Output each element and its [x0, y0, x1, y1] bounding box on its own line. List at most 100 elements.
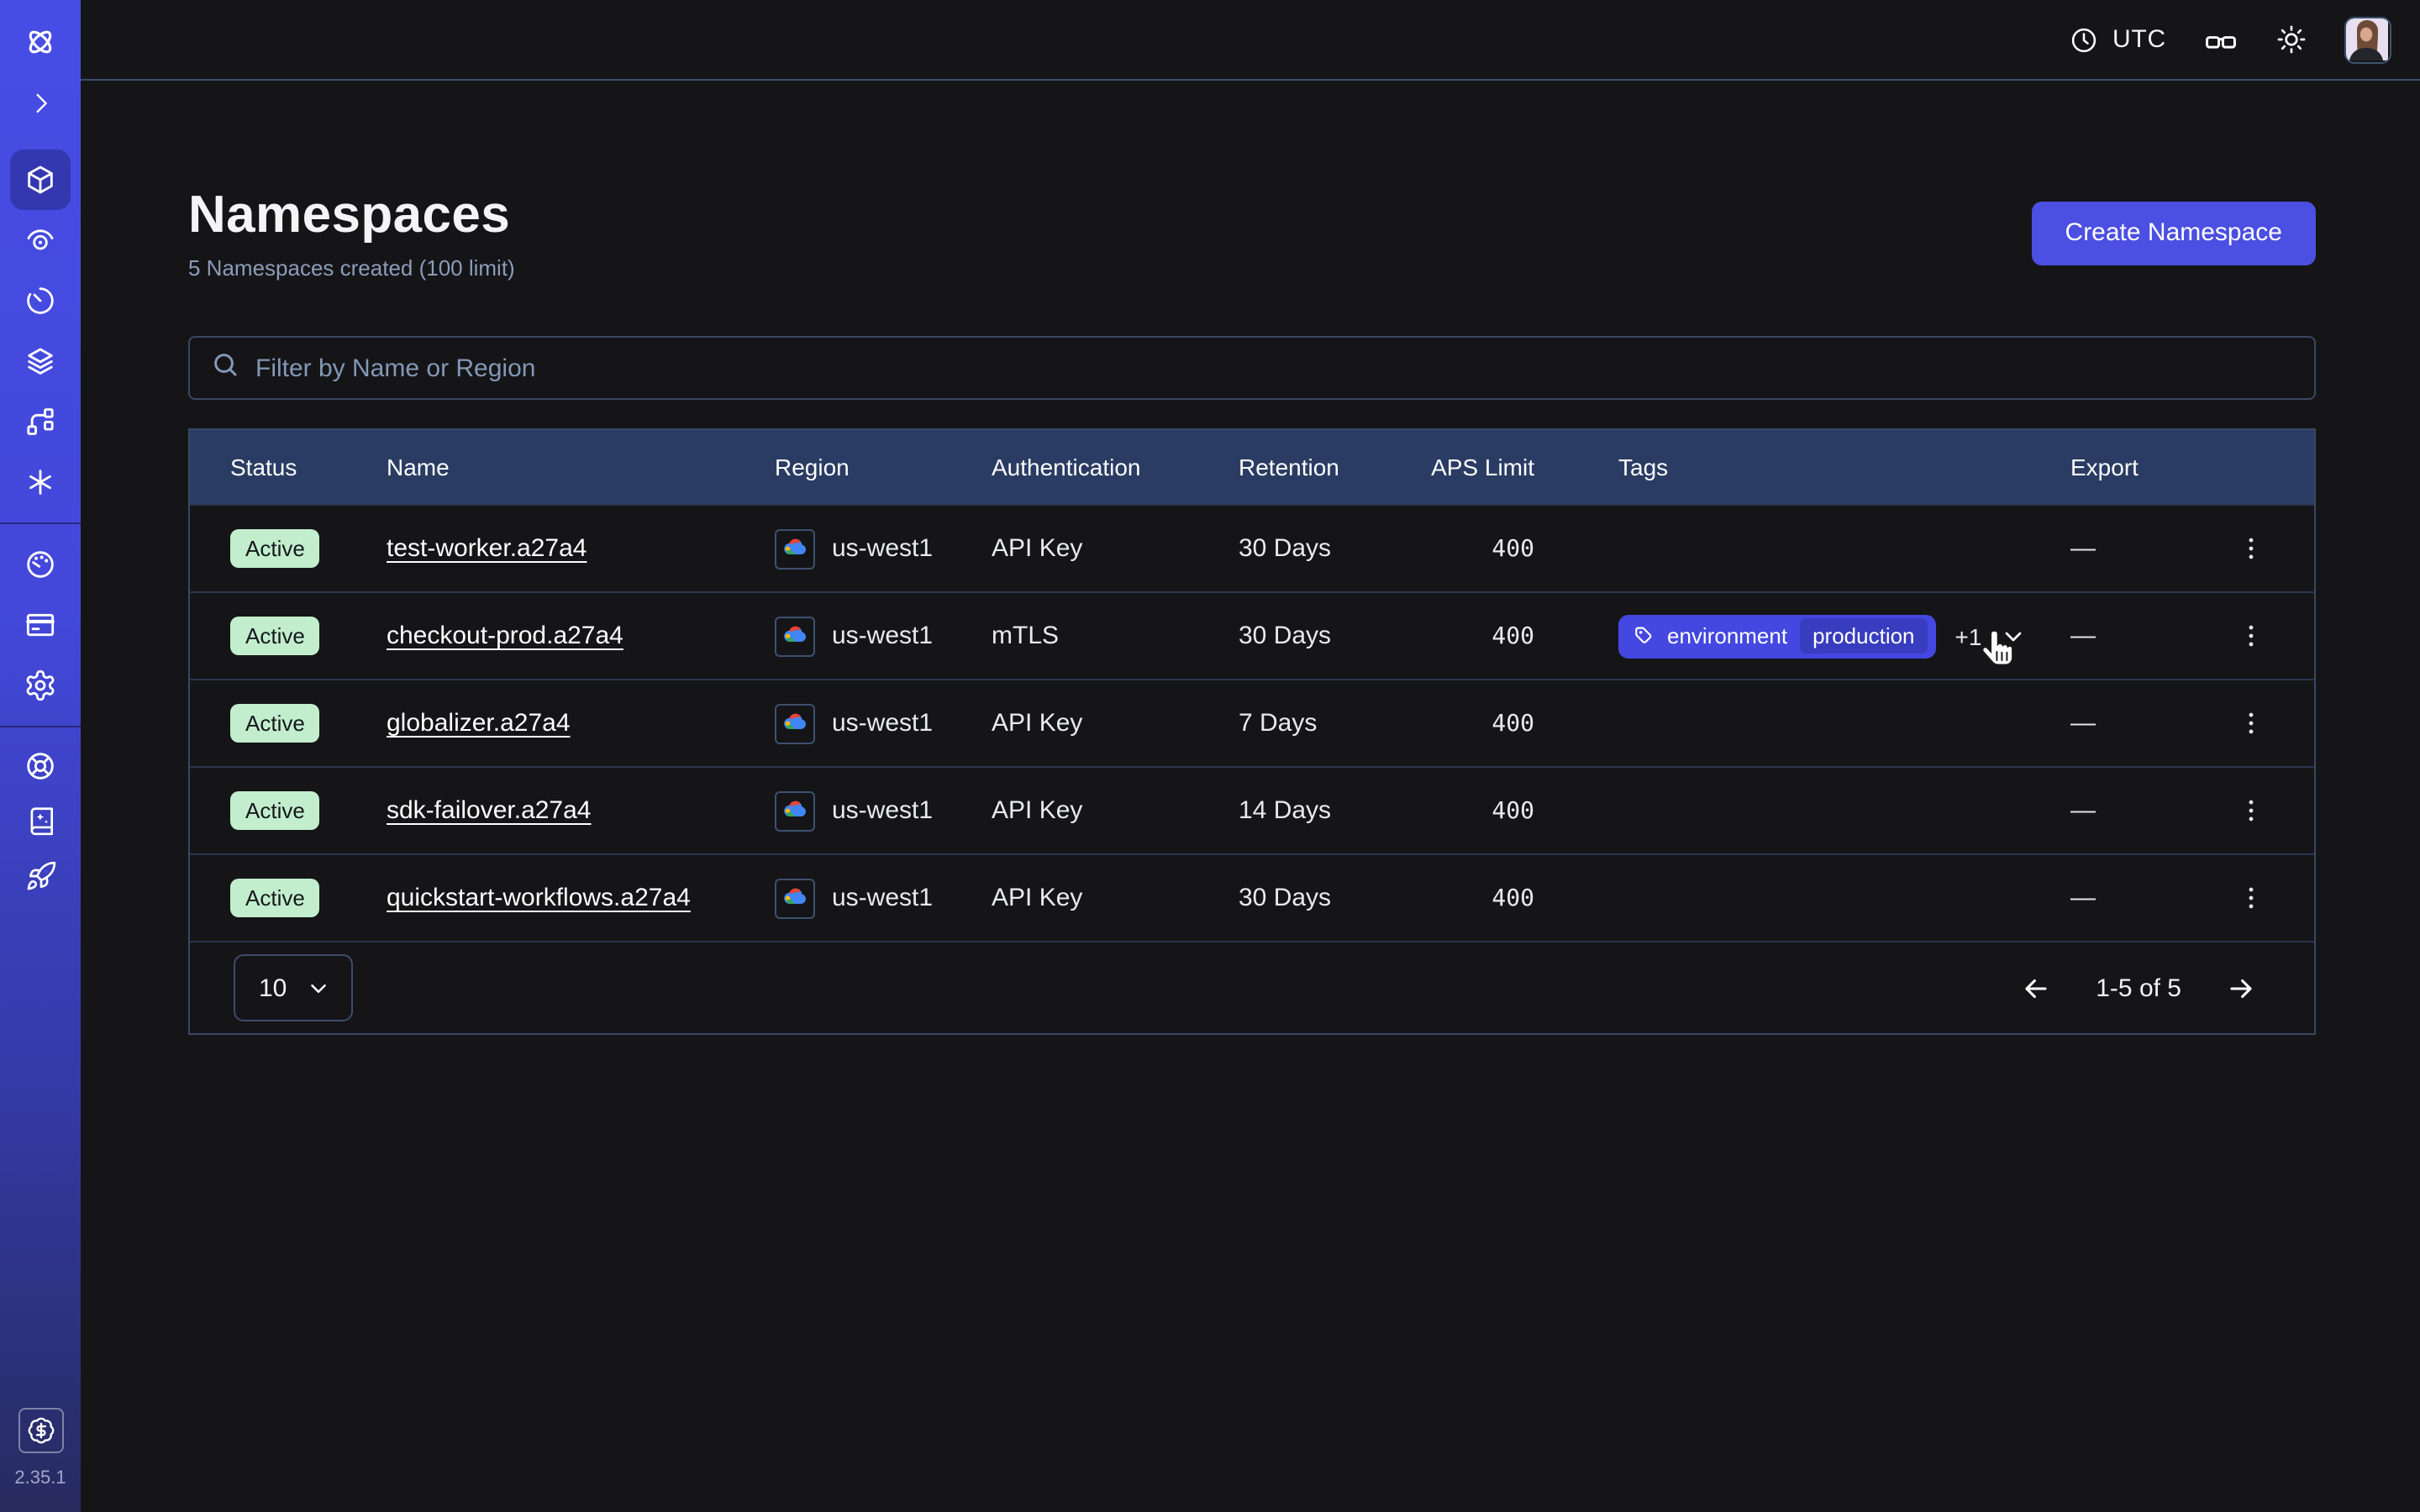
- glasses-icon[interactable]: [2203, 22, 2238, 57]
- create-namespace-button[interactable]: Create Namespace: [2032, 201, 2316, 265]
- namespaces-table: Status Name Region Authentication Retent…: [188, 428, 2316, 1035]
- gear-icon[interactable]: [10, 655, 71, 716]
- google-cloud-icon: [775, 616, 815, 656]
- region-label: us-west1: [832, 534, 933, 563]
- table-row: Active globalizer.a27a4 us-west1 API Key…: [190, 679, 2314, 766]
- tag-value: production: [1799, 618, 1928, 654]
- status-badge: Active: [230, 791, 320, 830]
- sidebar-bottom: 2.35.1: [14, 1408, 66, 1512]
- region-label: us-west1: [832, 622, 933, 650]
- page-size-value: 10: [259, 974, 287, 1002]
- app-root: UTC: [0, 0, 2420, 1512]
- google-cloud-icon: [775, 528, 815, 569]
- table-header-row: Status Name Region Authentication Retent…: [190, 430, 2314, 504]
- sun-icon[interactable]: [2275, 24, 2307, 55]
- export-cell: —: [2070, 709, 2213, 738]
- retention-cell: 14 Days: [1239, 796, 1430, 825]
- dollar-badge-icon[interactable]: [18, 1408, 63, 1453]
- app-version: 2.35.1: [14, 1468, 66, 1488]
- pagination-range-label: 1-5 of 5: [2096, 974, 2181, 1002]
- table-row: Active checkout-prod.a27a4 us-west1 mTLS…: [190, 591, 2314, 679]
- table-row: Active sdk-failover.a27a4 us-west1 API K…: [190, 766, 2314, 853]
- column-header-name: Name: [387, 454, 775, 480]
- user-avatar[interactable]: [2344, 16, 2391, 63]
- kebab-menu-icon[interactable]: [2230, 703, 2270, 743]
- tag-key: environment: [1667, 623, 1787, 648]
- column-header-authentication: Authentication: [992, 454, 1239, 480]
- column-header-aps-limit: APS Limit: [1430, 454, 1575, 480]
- aps-limit-cell: 400: [1430, 710, 1575, 737]
- auth-cell: API Key: [992, 884, 1239, 912]
- next-page-arrow-icon[interactable]: [2225, 972, 2257, 1004]
- sidebar-divider: [0, 726, 81, 727]
- sidebar-nav-primary: [10, 150, 71, 512]
- sidebar: 2.35.1: [0, 0, 81, 1512]
- auth-cell: API Key: [992, 796, 1239, 825]
- export-cell: —: [2070, 796, 2213, 825]
- timer-icon[interactable]: [10, 270, 71, 331]
- status-badge: Active: [230, 704, 320, 743]
- namespace-link[interactable]: test-worker.a27a4: [387, 534, 587, 563]
- region-label: us-west1: [832, 796, 933, 825]
- column-header-tags: Tags: [1575, 454, 2070, 480]
- region-label: us-west1: [832, 884, 933, 912]
- column-header-status: Status: [230, 454, 387, 480]
- previous-page-arrow-icon[interactable]: [2020, 972, 2052, 1004]
- kebab-menu-icon[interactable]: [2230, 878, 2270, 918]
- tags-expand-chevron-icon[interactable]: [2000, 622, 2027, 649]
- export-cell: —: [2070, 622, 2213, 650]
- credit-card-icon[interactable]: [10, 595, 71, 655]
- export-cell: —: [2070, 884, 2213, 912]
- region-label: us-west1: [832, 709, 933, 738]
- temporal-logo-icon[interactable]: [22, 24, 59, 60]
- aps-limit-cell: 400: [1430, 622, 1575, 649]
- sidebar-nav-secondary: [10, 534, 71, 716]
- retention-cell: 30 Days: [1239, 534, 1430, 563]
- status-badge: Active: [230, 879, 320, 917]
- filter-input[interactable]: [255, 354, 2294, 382]
- workflow-branch-icon[interactable]: [10, 391, 71, 452]
- layers-icon[interactable]: [10, 331, 71, 391]
- cube-icon[interactable]: [10, 150, 71, 210]
- tag-icon: [1634, 622, 1655, 649]
- status-badge: Active: [230, 617, 320, 655]
- asterisk-icon[interactable]: [10, 452, 71, 512]
- column-header-region: Region: [775, 454, 992, 480]
- google-cloud-icon: [775, 790, 815, 831]
- lifebuoy-icon[interactable]: [10, 738, 71, 793]
- kebab-menu-icon[interactable]: [2230, 616, 2270, 656]
- main-content: Namespaces 5 Namespaces created (100 lim…: [81, 81, 2420, 1512]
- page-size-select[interactable]: 10: [234, 954, 352, 1021]
- sidebar-expand-button[interactable]: [26, 89, 55, 118]
- tags-more-count: +1: [1955, 622, 1982, 649]
- namespace-link[interactable]: sdk-failover.a27a4: [387, 796, 592, 825]
- gauge-icon[interactable]: [10, 534, 71, 595]
- google-cloud-icon: [775, 878, 815, 918]
- tag-pill[interactable]: environment production: [1618, 614, 1937, 658]
- spiral-eye-icon[interactable]: [10, 210, 71, 270]
- page-title: Namespaces: [188, 185, 515, 245]
- pagination: 1-5 of 5: [2020, 972, 2257, 1004]
- table-row: Active quickstart-workflows.a27a4 us-wes…: [190, 853, 2314, 941]
- timezone-selector[interactable]: UTC: [2069, 24, 2166, 55]
- namespace-link[interactable]: globalizer.a27a4: [387, 709, 571, 738]
- aps-limit-cell: 400: [1430, 885, 1575, 911]
- retention-cell: 7 Days: [1239, 709, 1430, 738]
- sidebar-nav-tertiary: [10, 738, 71, 904]
- tags-cell: environment production +1: [1575, 614, 2070, 658]
- kebab-menu-icon[interactable]: [2230, 528, 2270, 569]
- aps-limit-cell: 400: [1430, 797, 1575, 824]
- column-header-retention: Retention: [1239, 454, 1430, 480]
- rocket-icon[interactable]: [10, 848, 71, 904]
- kebab-menu-icon[interactable]: [2230, 790, 2270, 831]
- status-badge: Active: [230, 529, 320, 568]
- aps-limit-cell: 400: [1430, 535, 1575, 562]
- auth-cell: API Key: [992, 709, 1239, 738]
- namespace-link[interactable]: checkout-prod.a27a4: [387, 622, 623, 650]
- auth-cell: mTLS: [992, 622, 1239, 650]
- page-subtitle: 5 Namespaces created (100 limit): [188, 255, 515, 281]
- namespace-link[interactable]: quickstart-workflows.a27a4: [387, 884, 691, 912]
- book-sparkles-icon[interactable]: [10, 793, 71, 848]
- auth-cell: API Key: [992, 534, 1239, 563]
- column-header-export: Export: [2070, 454, 2213, 480]
